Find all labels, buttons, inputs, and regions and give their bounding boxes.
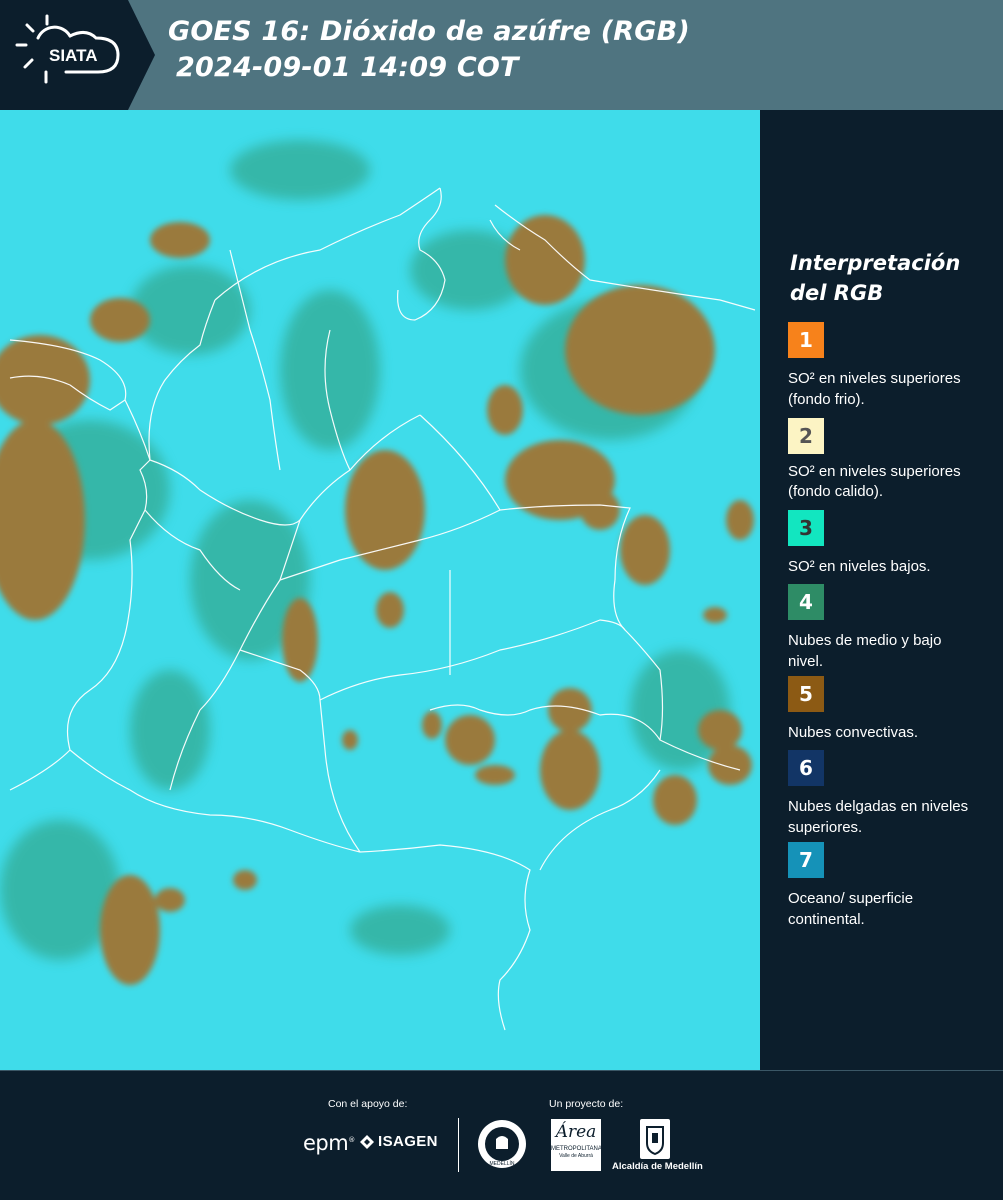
legend-title-line-1: Interpretación: [790, 251, 961, 275]
legend-swatch-6: 6: [788, 750, 824, 786]
legend-label-5: Nubes convectivas.: [788, 724, 919, 741]
legend-item-6: 6 Nubes delgadas en niveles superiores.: [788, 750, 988, 838]
project-label: Un proyecto de:: [549, 1098, 624, 1110]
medellin-seal-icon: MEDELLÍN: [478, 1120, 526, 1168]
seal-text: MEDELLÍN: [489, 1160, 514, 1167]
legend-swatch-3: 3: [788, 510, 824, 546]
page-title: GOES 16: Dióxido de azúfre (RGB) 2024-09…: [168, 14, 690, 86]
legend-item-3: 3 SO² en niveles bajos.: [788, 510, 988, 577]
support-label: Con el apoyo de:: [328, 1098, 408, 1110]
area-logo-name: Área: [555, 1122, 597, 1142]
map-canvas: [0, 110, 760, 1070]
isagen-logo: ISAGEN: [360, 1133, 438, 1150]
epm-logo: epm®: [303, 1131, 355, 1155]
area-logo-sub: METROPOLITANA: [551, 1146, 602, 1152]
legend-title-line-2: del RGB: [790, 281, 884, 305]
legend-label-6: Nubes delgadas en niveles superiores.: [788, 798, 969, 836]
legend-swatch-4: 4: [788, 584, 824, 620]
siata-logo-text: SIATA: [49, 46, 97, 65]
legend-label-7: Oceano/ superficie continental.: [788, 890, 914, 928]
legend-item-7: 7 Oceano/ superficie continental.: [788, 842, 988, 930]
area-logo-sub2: Valle de Aburrá: [559, 1153, 593, 1159]
goes16-so2-rgb-page: SIATA GOES 16: Dióxido de azúfre (RGB) 2…: [0, 0, 1003, 1200]
title-line-1: GOES 16: Dióxido de azúfre (RGB): [168, 16, 690, 47]
legend-swatch-1: 1: [788, 322, 824, 358]
legend-item-2: 2 SO² en niveles superiores (fondo calid…: [788, 418, 988, 504]
legend-item-4: 4 Nubes de medio y bajo nivel.: [788, 584, 988, 672]
legend-swatch-7: 7: [788, 842, 824, 878]
header-bar: SIATA GOES 16: Dióxido de azúfre (RGB) 2…: [0, 0, 1003, 110]
legend-panel: Interpretación del RGB 1 SO² en niveles …: [762, 110, 1003, 1068]
alcaldia-label: Alcaldía de Medellín: [612, 1161, 703, 1172]
footer: Con el apoyo de: Un proyecto de: epm® IS…: [0, 1070, 1003, 1200]
legend-item-5: 5 Nubes convectivas.: [788, 676, 988, 743]
legend-swatch-2: 2: [788, 418, 824, 454]
title-line-2: 2024-09-01 14:09 COT: [176, 52, 519, 83]
alcaldia-shield-icon: [640, 1119, 670, 1159]
siata-logo-tab: SIATA: [0, 0, 155, 110]
isagen-icon: [360, 1134, 374, 1149]
satellite-map: [0, 110, 760, 1070]
legend-title: Interpretación del RGB: [790, 248, 960, 308]
legend-label-1: SO² en niveles superiores (fondo frio).: [788, 370, 961, 408]
legend-swatch-5: 5: [788, 676, 824, 712]
epm-logo-text: epm: [303, 1131, 349, 1155]
footer-divider: [458, 1118, 459, 1172]
legend-label-2: SO² en niveles superiores (fondo calido)…: [788, 463, 961, 500]
legend-label-3: SO² en niveles bajos.: [788, 558, 931, 575]
isagen-logo-text: ISAGEN: [378, 1133, 438, 1150]
legend-item-1: 1 SO² en niveles superiores (fondo frio)…: [788, 322, 988, 410]
legend-label-4: Nubes de medio y bajo nivel.: [788, 632, 942, 670]
area-metropolitana-logo: Área METROPOLITANA Valle de Aburrá: [551, 1119, 602, 1171]
